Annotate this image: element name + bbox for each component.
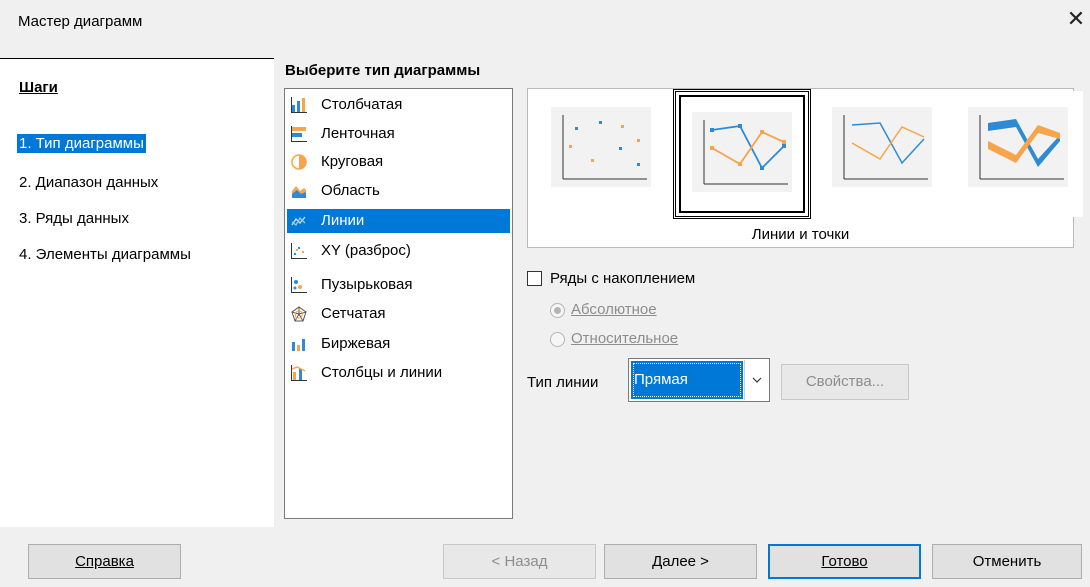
cancel-button-label: Отменить: [972, 553, 1042, 570]
net-chart-icon: [291, 306, 307, 322]
steps-panel: [0, 58, 274, 527]
lines-only-icon: [832, 107, 932, 187]
close-icon[interactable]: ✕: [1064, 5, 1088, 33]
list-item-bar[interactable]: Ленточная: [287, 122, 510, 146]
column-line-chart-icon: [291, 365, 307, 381]
variant-lines-only[interactable]: [817, 91, 947, 217]
finish-button-label: Готово: [821, 553, 868, 570]
chart-type-list: Столбчатая Ленточная Круговая Область Ли…: [284, 88, 513, 519]
stacked-checkbox[interactable]: [527, 271, 542, 286]
step-chart-type[interactable]: 1. Тип диаграммы: [17, 134, 146, 153]
list-item-label: Пузырьковая: [321, 276, 413, 293]
stacked-label-text: Ряды с накоплением: [550, 270, 696, 287]
stacked-label[interactable]: Ряды с накоплением: [550, 270, 695, 287]
list-item-column[interactable]: Столбчатая: [287, 93, 510, 117]
cancel-button[interactable]: Отменить: [932, 544, 1082, 579]
line-chart-icon: [291, 216, 306, 226]
absolute-radio[interactable]: [550, 303, 565, 318]
area-chart-icon: [292, 186, 306, 198]
chart-type-heading: Выберите тип диаграммы: [285, 62, 481, 79]
window-title: Мастер диаграмм: [18, 13, 143, 30]
column-chart-icon: [291, 97, 307, 113]
chevron-down-icon[interactable]: [744, 360, 768, 400]
back-button[interactable]: < Назад: [443, 544, 596, 579]
relative-label: Относительное: [571, 330, 679, 347]
list-item-column-line[interactable]: Столбцы и линии: [287, 361, 510, 385]
next-button[interactable]: Далее >: [604, 544, 757, 579]
list-item-label: Сетчатая: [321, 305, 386, 322]
lines-and-points-icon: [692, 112, 792, 192]
variant-lines-and-points[interactable]: [673, 89, 811, 219]
variant-3d-lines[interactable]: [953, 91, 1083, 217]
list-item-bubble[interactable]: Пузырьковая: [287, 273, 510, 297]
list-item-area[interactable]: Область: [287, 179, 510, 203]
line-type-select[interactable]: Прямая: [628, 358, 770, 402]
bubble-chart-icon: [291, 277, 307, 293]
list-item-label: Ленточная: [321, 125, 395, 142]
step-data-range[interactable]: 2. Диапазон данных: [19, 174, 158, 191]
absolute-label: Абсолютное: [571, 301, 657, 318]
list-item-label: Биржевая: [321, 335, 391, 352]
list-item-label: Линии: [321, 212, 365, 229]
list-item-label: Круговая: [321, 153, 384, 170]
list-item-label: Область: [321, 182, 380, 199]
next-button-label: Далее >: [652, 553, 709, 570]
pie-chart-icon: [291, 154, 307, 170]
list-item-label: Столбцы и линии: [321, 364, 443, 381]
variant-label: Линии и точки: [751, 226, 850, 243]
back-button-label: < Назад: [491, 553, 548, 570]
list-item-stock[interactable]: Биржевая: [287, 332, 510, 356]
help-button[interactable]: Справка: [28, 544, 181, 579]
finish-button[interactable]: Готово: [768, 544, 921, 579]
properties-button[interactable]: Свойства...: [781, 364, 909, 400]
relative-radio[interactable]: [550, 332, 565, 347]
list-item-label: Столбчатая: [321, 96, 403, 113]
line-type-label: Тип линии: [527, 374, 599, 391]
help-button-label: Справка: [75, 553, 134, 570]
step-chart-elements[interactable]: 4. Элементы диаграммы: [19, 246, 191, 263]
scatter-chart-icon: [291, 243, 307, 259]
stock-chart-icon: [292, 339, 305, 351]
chart-variant-panel: [527, 88, 1083, 248]
step-data-series[interactable]: 3. Ряды данных: [19, 210, 129, 227]
3d-lines-icon: [968, 107, 1068, 187]
variant-points-only[interactable]: [536, 91, 666, 217]
bar-chart-icon: [291, 126, 307, 142]
list-item-label: XY (разброс): [321, 242, 411, 259]
list-item-line[interactable]: Линии: [287, 209, 510, 233]
line-type-value: Прямая: [631, 361, 743, 399]
list-item-pie[interactable]: Круговая: [287, 150, 510, 174]
steps-heading: Шаги: [19, 79, 58, 96]
list-item-net[interactable]: Сетчатая: [287, 302, 510, 326]
list-item-xy-scatter[interactable]: XY (разброс): [287, 239, 510, 263]
points-only-icon: [551, 107, 651, 187]
